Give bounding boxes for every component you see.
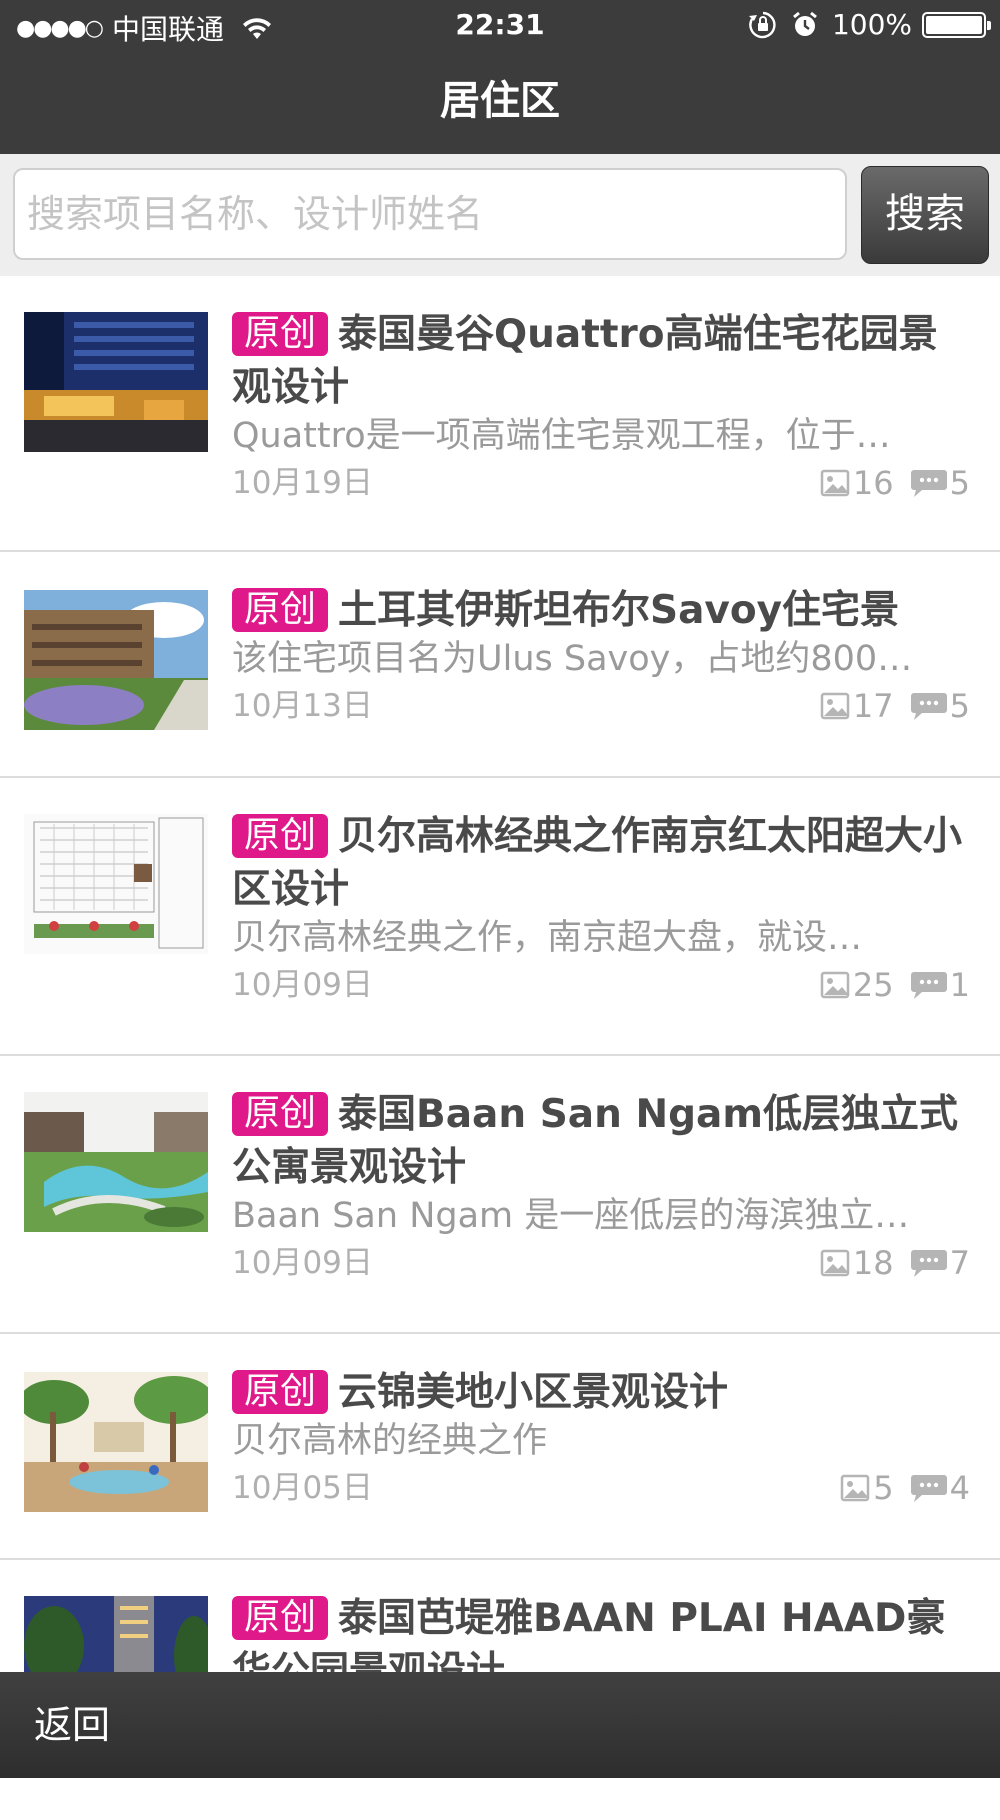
original-badge: 原创	[232, 814, 329, 858]
image-count-icon	[820, 469, 850, 497]
image-count-icon	[820, 971, 850, 999]
image-count-icon	[820, 1249, 850, 1277]
item-date: 10月09日	[232, 1245, 373, 1281]
item-title-text: 云锦美地小区景观设计	[338, 1370, 729, 1415]
original-badge: 原创	[232, 312, 329, 356]
image-count: 25	[852, 966, 894, 1004]
item-content: 原创 泰国Baan San Ngam低层独立式公寓景观设计 Baan San Ng…	[232, 1088, 970, 1288]
item-description: Baan San Ngam 是一座低层的海滨独立…	[232, 1196, 910, 1236]
item-meta: 10月09日 18 7	[232, 1238, 970, 1288]
item-title[interactable]: 原创 云锦美地小区景观设计	[232, 1366, 970, 1419]
list-item[interactable]: 原创 泰国Baan San Ngam低层独立式公寓景观设计 Baan San Ng…	[0, 1056, 1000, 1334]
item-description: 贝尔高林经典之作，南京超大盘，就设…	[232, 918, 863, 958]
project-thumbnail[interactable]	[24, 590, 208, 730]
rotation-lock-icon	[748, 11, 776, 38]
item-title[interactable]: 原创 土耳其伊斯坦布尔Savoy住宅景	[232, 584, 970, 637]
page-title: 居住区	[440, 78, 560, 124]
comment-icon	[910, 470, 947, 497]
item-stats: 16 5	[819, 458, 970, 508]
item-meta: 10月13日 17 5	[232, 681, 970, 731]
image-count-icon	[820, 692, 850, 720]
status-right: 100%	[748, 8, 991, 41]
search-input[interactable]	[13, 168, 847, 260]
project-list: 原创 泰国曼谷Quattro高端住宅花园景观设计 Quattro是一项高端住宅景观…	[0, 276, 1000, 1820]
project-thumbnail[interactable]	[24, 1092, 208, 1232]
battery-percent: 100%	[831, 8, 912, 41]
item-stats: 18 7	[819, 1238, 970, 1288]
image-count: 16	[852, 464, 894, 502]
list-item[interactable]: 原创 土耳其伊斯坦布尔Savoy住宅景 该住宅项目名为Ulus Savoy，占地约…	[0, 552, 1000, 778]
list-item[interactable]: 原创 贝尔高林经典之作南京红太阳超大小区设计 贝尔高林经典之作，南京超大盘，就设……	[0, 778, 1000, 1056]
list-item[interactable]: 原创 云锦美地小区景观设计 贝尔高林的经典之作 10月05日 5 4	[0, 1334, 1000, 1560]
comment-count: 5	[949, 464, 970, 502]
item-date: 10月19日	[232, 465, 373, 501]
item-title[interactable]: 原创 泰国Baan San Ngam低层独立式公寓景观设计	[232, 1088, 970, 1194]
alarm-icon	[793, 11, 817, 36]
item-content: 原创 贝尔高林经典之作南京红太阳超大小区设计 贝尔高林经典之作，南京超大盘，就设……	[232, 810, 970, 1010]
item-title-text: 泰国曼谷Quattro高端住宅花园景观设计	[232, 312, 938, 410]
item-content: 原创 云锦美地小区景观设计 贝尔高林的经典之作 10月05日 5 4	[232, 1366, 970, 1513]
original-badge: 原创	[232, 1092, 329, 1136]
item-date: 10月13日	[232, 688, 373, 724]
item-description: Quattro是一项高端住宅景观工程，位于…	[232, 416, 891, 456]
item-title-text: 泰国Baan San Ngam低层独立式公寓景观设计	[232, 1092, 958, 1190]
item-stats: 5 4	[839, 1463, 970, 1513]
original-badge: 原创	[232, 1370, 329, 1414]
comment-count: 7	[949, 1244, 970, 1282]
image-count-icon	[841, 1474, 870, 1502]
item-meta: 10月19日 16 5	[232, 458, 970, 508]
comment-icon	[910, 1475, 947, 1502]
comment-icon	[910, 972, 947, 999]
status-bar: ●●●●○ 中国联通 22:31 100%	[0, 0, 1000, 52]
item-description: 该住宅项目名为Ulus Savoy，占地约800…	[232, 639, 913, 679]
item-meta: 10月09日 25 1	[232, 960, 970, 1010]
item-title[interactable]: 原创 泰国曼谷Quattro高端住宅花园景观设计	[232, 308, 970, 414]
original-badge: 原创	[232, 588, 329, 632]
nav-bar: 居住区	[0, 52, 1000, 154]
item-date: 10月05日	[232, 1470, 373, 1506]
original-badge: 原创	[232, 1596, 329, 1640]
list-item[interactable]: 原创 泰国曼谷Quattro高端住宅花园景观设计 Quattro是一项高端住宅景观…	[0, 276, 1000, 552]
battery-icon	[922, 11, 991, 38]
image-count: 5	[873, 1469, 894, 1507]
item-meta: 10月05日 5 4	[232, 1463, 970, 1513]
comment-count: 4	[949, 1469, 970, 1507]
project-thumbnail[interactable]	[24, 312, 208, 452]
item-description: 贝尔高林的经典之作	[232, 1421, 548, 1461]
comment-icon	[910, 693, 947, 720]
back-button[interactable]: 返回	[34, 1672, 110, 1778]
item-content: 原创 土耳其伊斯坦布尔Savoy住宅景 该住宅项目名为Ulus Savoy，占地约…	[232, 584, 970, 731]
item-title[interactable]: 原创 贝尔高林经典之作南京红太阳超大小区设计	[232, 810, 970, 916]
search-bar: 搜索	[0, 154, 1000, 276]
item-date: 10月09日	[232, 967, 373, 1003]
item-title-text: 贝尔高林经典之作南京红太阳超大小区设计	[232, 814, 963, 912]
image-count: 17	[852, 687, 894, 725]
item-content: 原创 泰国曼谷Quattro高端住宅花园景观设计 Quattro是一项高端住宅景观…	[232, 308, 970, 508]
search-button[interactable]: 搜索	[861, 166, 989, 264]
battery-fill	[926, 15, 982, 34]
item-stats: 25 1	[819, 960, 970, 1010]
battery-nub	[987, 20, 991, 30]
bottom-bar: 返回	[0, 1672, 1000, 1778]
project-thumbnail[interactable]	[24, 1372, 208, 1512]
item-stats: 17 5	[819, 681, 970, 731]
comment-icon	[910, 1250, 947, 1277]
image-count: 18	[852, 1244, 894, 1282]
project-thumbnail[interactable]	[24, 814, 208, 954]
item-title-text: 土耳其伊斯坦布尔Savoy住宅景	[338, 588, 900, 633]
comment-count: 1	[949, 966, 970, 1004]
comment-count: 5	[949, 687, 970, 725]
